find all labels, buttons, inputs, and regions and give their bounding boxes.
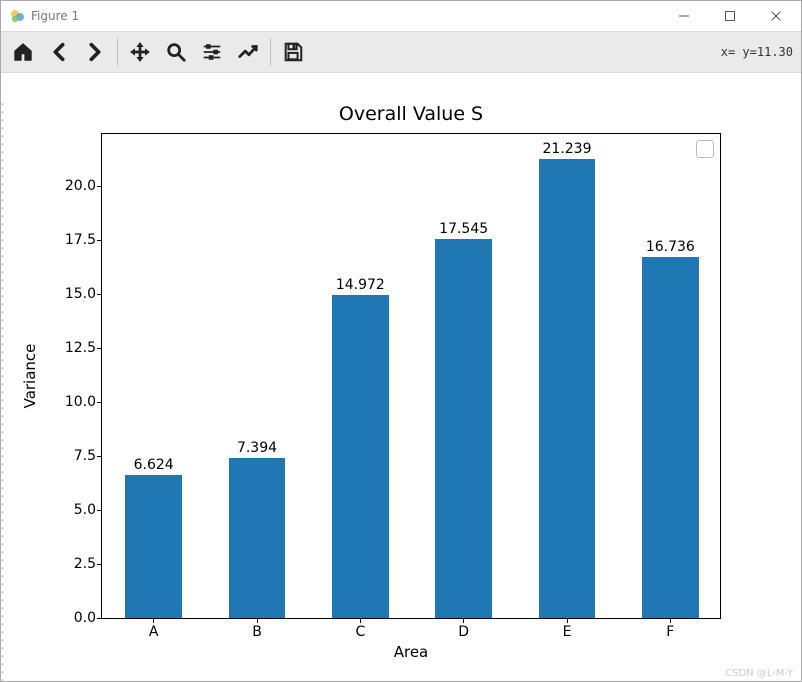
x-tick-label: F bbox=[630, 624, 710, 640]
y-tick-label: 5.0 bbox=[52, 502, 96, 518]
bar-value-label: 16.736 bbox=[630, 239, 710, 255]
x-tick-mark bbox=[670, 618, 671, 623]
y-tick-label: 10.0 bbox=[52, 394, 96, 410]
figure-window: Figure 1 bbox=[0, 0, 802, 682]
bar-A bbox=[125, 475, 182, 618]
titlebar: Figure 1 bbox=[1, 1, 801, 31]
y-tick-mark bbox=[97, 240, 102, 241]
bar-value-label: 14.972 bbox=[320, 277, 400, 293]
y-tick-label: 0.0 bbox=[52, 610, 96, 626]
toolbar-separator bbox=[270, 38, 271, 66]
pan-icon[interactable] bbox=[123, 35, 157, 69]
x-tick-mark bbox=[360, 618, 361, 623]
y-tick-mark bbox=[97, 618, 102, 619]
y-tick-label: 12.5 bbox=[52, 340, 96, 356]
bar-value-label: 17.545 bbox=[424, 221, 504, 237]
y-tick-mark bbox=[97, 294, 102, 295]
window-edge-decoration bbox=[1, 103, 4, 681]
bar-E bbox=[539, 159, 596, 618]
edit-axis-icon[interactable] bbox=[231, 35, 265, 69]
save-icon[interactable] bbox=[276, 35, 310, 69]
x-tick-mark bbox=[567, 618, 568, 623]
bar-value-label: 7.394 bbox=[217, 440, 297, 456]
y-tick-mark bbox=[97, 564, 102, 565]
toolbar-separator bbox=[117, 38, 118, 66]
watermark: CSDN @L-M-Y bbox=[725, 668, 793, 679]
close-button[interactable] bbox=[753, 1, 799, 31]
chart-axes: 0.02.55.07.510.012.515.017.520.06.624A7.… bbox=[101, 133, 721, 619]
y-axis-label: Variance bbox=[21, 133, 41, 619]
y-tick-label: 20.0 bbox=[52, 178, 96, 194]
app-icon bbox=[9, 8, 25, 24]
x-axis-label: Area bbox=[101, 643, 721, 661]
zoom-icon[interactable] bbox=[159, 35, 193, 69]
back-icon[interactable] bbox=[42, 35, 76, 69]
forward-icon[interactable] bbox=[78, 35, 112, 69]
x-tick-label: B bbox=[217, 624, 297, 640]
y-tick-mark bbox=[97, 348, 102, 349]
home-icon[interactable] bbox=[6, 35, 40, 69]
x-tick-mark bbox=[153, 618, 154, 623]
y-tick-label: 15.0 bbox=[52, 286, 96, 302]
bar-F bbox=[642, 257, 699, 618]
bar-B bbox=[229, 458, 286, 618]
x-tick-label: A bbox=[114, 624, 194, 640]
cursor-coordinates: x= y=11.30 bbox=[721, 32, 793, 72]
bar-C bbox=[332, 295, 389, 618]
x-tick-mark bbox=[463, 618, 464, 623]
x-tick-label: E bbox=[527, 624, 607, 640]
legend-box bbox=[696, 140, 714, 158]
bar-D bbox=[435, 239, 492, 618]
bar-value-label: 21.239 bbox=[527, 141, 607, 157]
configure-subplots-icon[interactable] bbox=[195, 35, 229, 69]
minimize-button[interactable] bbox=[661, 1, 707, 31]
y-tick-label: 17.5 bbox=[52, 232, 96, 248]
y-tick-mark bbox=[97, 186, 102, 187]
maximize-button[interactable] bbox=[707, 1, 753, 31]
y-tick-label: 2.5 bbox=[52, 556, 96, 572]
y-tick-mark bbox=[97, 456, 102, 457]
x-tick-label: D bbox=[424, 624, 504, 640]
bar-value-label: 6.624 bbox=[114, 457, 194, 473]
toolbar: x= y=11.30 bbox=[1, 31, 801, 73]
y-tick-mark bbox=[97, 510, 102, 511]
x-tick-label: C bbox=[320, 624, 400, 640]
y-tick-label: 7.5 bbox=[52, 448, 96, 464]
x-tick-mark bbox=[257, 618, 258, 623]
chart-title: Overall Value S bbox=[101, 103, 721, 125]
y-tick-mark bbox=[97, 402, 102, 403]
plot-area[interactable]: Overall Value S Variance 0.02.55.07.510.… bbox=[1, 73, 801, 681]
window-title: Figure 1 bbox=[31, 9, 79, 23]
